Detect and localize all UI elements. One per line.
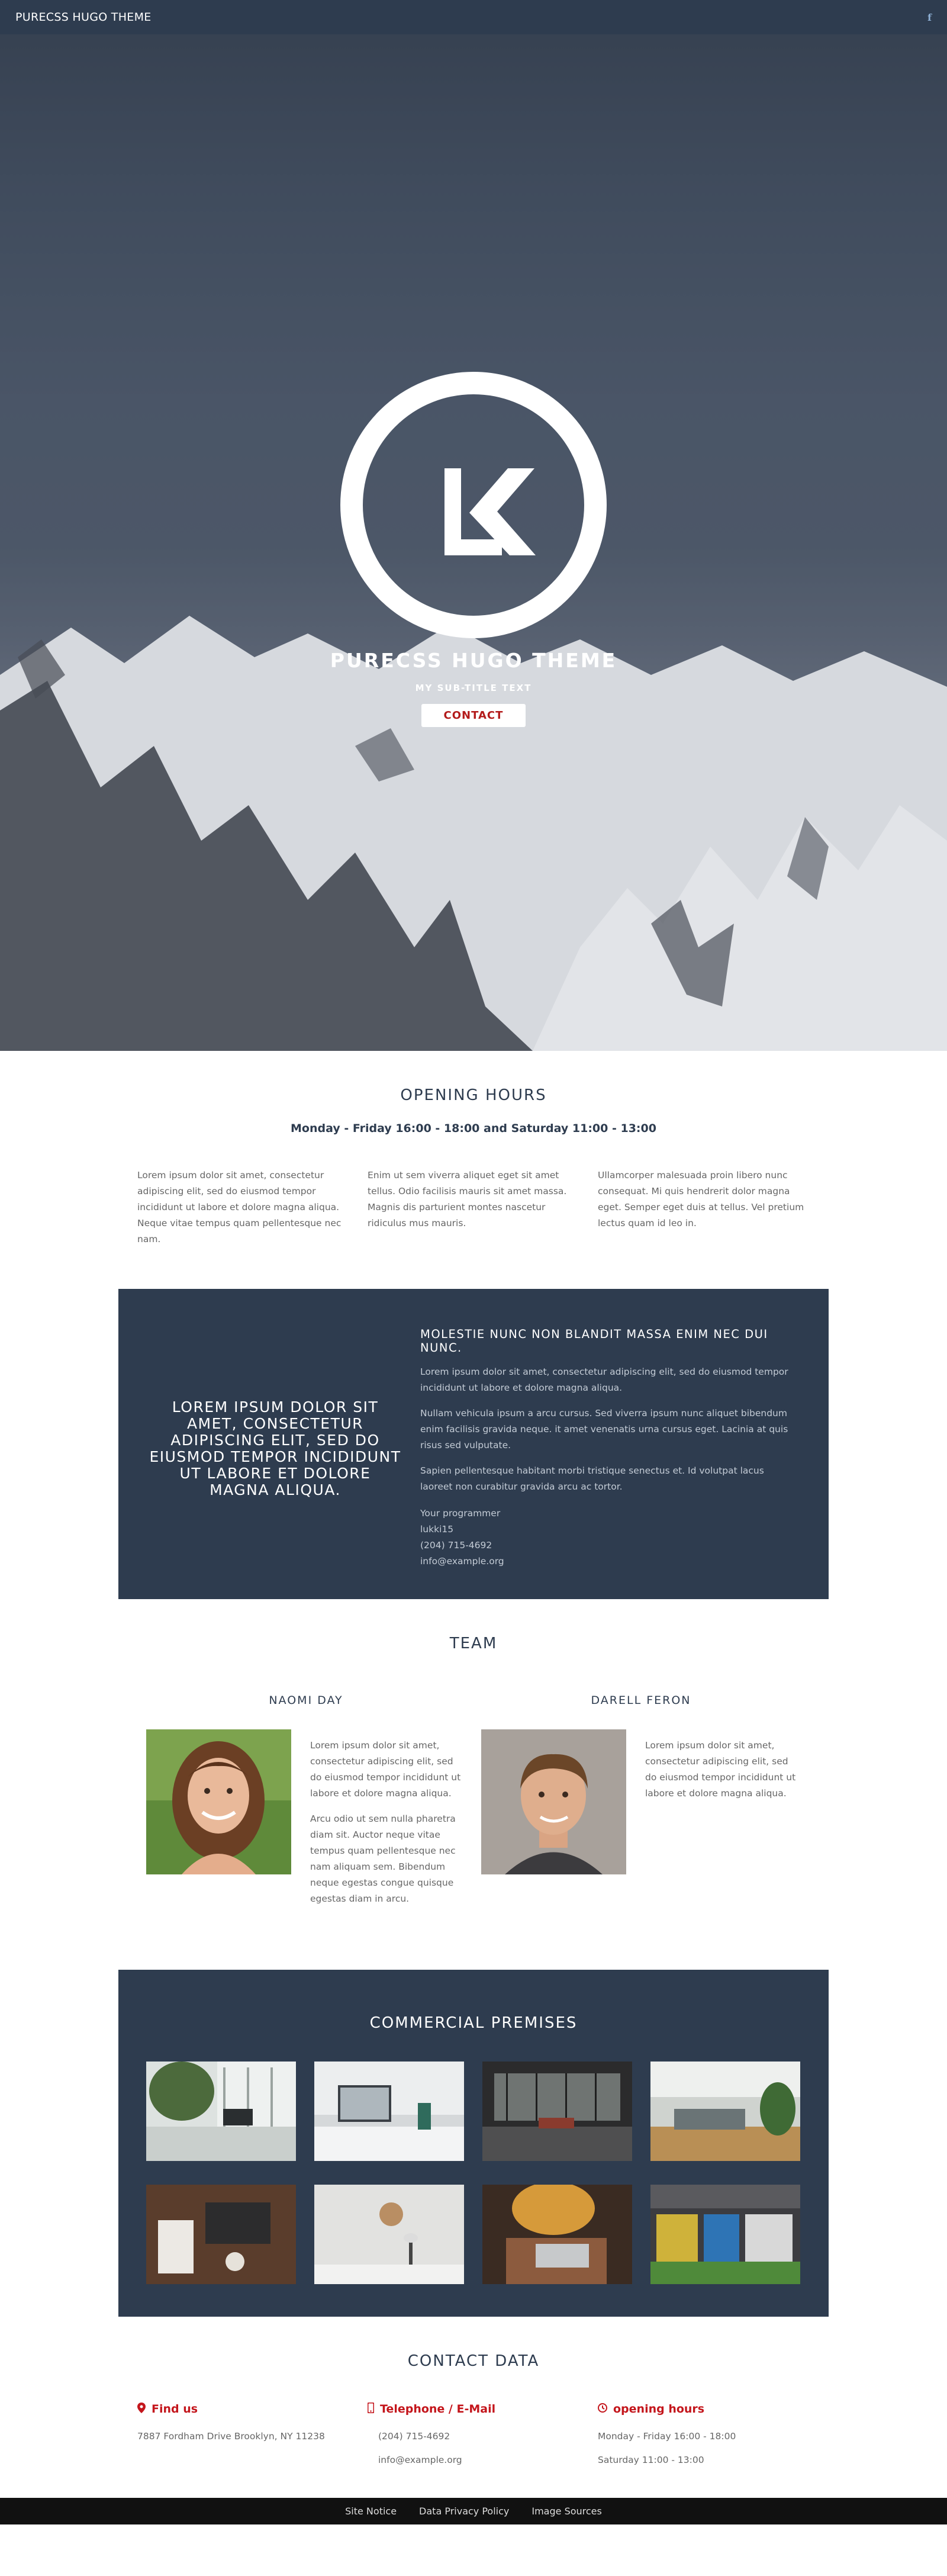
- contact-line: info@example.org: [420, 1556, 504, 1567]
- hero-section: PURECSS HUGO THEME MY SUB-TITLE TEXT CON…: [0, 0, 947, 1051]
- footer-link-image-sources[interactable]: Image Sources: [532, 2506, 601, 2517]
- opening-hours-title: OPENING HOURS: [400, 1086, 547, 1104]
- opening-hours-label: opening hours: [613, 2403, 705, 2416]
- feature-left: LOREM IPSUM DOLOR SIT AMET, CONSECTETUR …: [148, 1327, 402, 1570]
- facebook-icon[interactable]: f: [927, 12, 932, 23]
- gallery-image[interactable]: [146, 2062, 296, 2161]
- opening-hours-heading: opening hours: [598, 2403, 810, 2416]
- find-us-column: Find us 7887 Fordham Drive Brooklyn, NY …: [137, 2403, 349, 2465]
- member-name: NAOMI DAY: [269, 1694, 343, 1707]
- feature-paragraph: Sapien pellentesque habitant morbi trist…: [420, 1465, 764, 1492]
- hero-subtitle: MY SUB-TITLE TEXT: [415, 683, 532, 693]
- contact-section: CONTACT DATA Find us 7887 Fordham Drive …: [118, 2317, 829, 2498]
- team-member: NAOMI DAY Lorem ipsum dolor sit amet, co…: [146, 1694, 466, 1916]
- feature-right: MOLESTIE NUNC NON BLANDIT MASSA ENIM NEC…: [402, 1327, 799, 1570]
- saturday-hours: Saturday 11:00 - 13:00: [598, 2455, 704, 2465]
- member-body: Lorem ipsum dolor sit amet, consectetur …: [146, 1729, 466, 1916]
- hero-title: PURECSS HUGO THEME: [330, 649, 617, 672]
- opening-hours-columns: Lorem ipsum dolor sit amet, consectetur …: [118, 1168, 829, 1247]
- gallery-image[interactable]: [650, 2185, 800, 2284]
- mobile-phone-icon: [367, 2402, 375, 2416]
- map-marker-icon: [137, 2403, 146, 2416]
- find-us-label: Find us: [152, 2403, 198, 2416]
- contact-button[interactable]: CONTACT: [421, 704, 526, 727]
- email-link[interactable]: info@example.org: [368, 2455, 579, 2465]
- text-column: Enim ut sem viverra aliquet eget sit ame…: [368, 1170, 567, 1228]
- team-section: TEAM NAOMI DAY Lorem ipsum dolor sit ame…: [118, 1599, 829, 1970]
- bio-paragraph: Lorem ipsum dolor sit amet, consectetur …: [310, 1740, 461, 1799]
- contact-line: Your programmer: [420, 1508, 501, 1519]
- feature-paragraph: Lorem ipsum dolor sit amet, consectetur …: [420, 1366, 788, 1393]
- feature-subheading: MOLESTIE NUNC NON BLANDIT MASSA ENIM NEC…: [420, 1327, 768, 1355]
- phone-link[interactable]: (204) 715-4692: [368, 2431, 579, 2442]
- bio-paragraph: Lorem ipsum dolor sit amet, consectetur …: [645, 1740, 796, 1799]
- site-logo: [340, 372, 607, 638]
- weekday-hours: Monday - Friday 16:00 - 18:00: [598, 2431, 736, 2442]
- footer-link-site-notice[interactable]: Site Notice: [345, 2506, 397, 2517]
- premises-section: COMMERCIAL PREMISES: [118, 1970, 829, 2317]
- contact-line: lukki15: [420, 1524, 454, 1535]
- gallery-image[interactable]: [314, 2062, 464, 2161]
- member-body: Lorem ipsum dolor sit amet, consectetur …: [481, 1729, 801, 1874]
- gallery-image[interactable]: [482, 2062, 632, 2161]
- contact-line: (204) 715-4692: [420, 1540, 492, 1551]
- top-navbar: PURECSS HUGO THEME f: [0, 0, 947, 34]
- address-text: 7887 Fordham Drive Brooklyn, NY 11238: [137, 2431, 325, 2442]
- member-bio: Lorem ipsum dolor sit amet, consectetur …: [626, 1729, 801, 1874]
- opening-hours-section: OPENING HOURS Monday - Friday 16:00 - 18…: [118, 1051, 829, 1289]
- member-bio: Lorem ipsum dolor sit amet, consectetur …: [291, 1729, 466, 1916]
- feature-paragraph: Nullam vehicula ipsum a arcu cursus. Sed…: [420, 1408, 788, 1451]
- avatar: [481, 1729, 626, 1874]
- gallery-image[interactable]: [146, 2185, 296, 2284]
- text-column: Ullamcorper malesuada proin libero nunc …: [598, 1170, 804, 1228]
- opening-hours-summary: Monday - Friday 16:00 - 18:00 and Saturd…: [291, 1122, 656, 1135]
- bio-paragraph: Arcu odio ut sem nulla pharetra diam sit…: [310, 1813, 456, 1904]
- clock-icon: [598, 2403, 607, 2415]
- gallery-image[interactable]: [650, 2062, 800, 2161]
- avatar: [146, 1729, 291, 1874]
- feature-headline: LOREM IPSUM DOLOR SIT AMET, CONSECTETUR …: [149, 1398, 401, 1498]
- premises-title: COMMERCIAL PREMISES: [369, 2014, 578, 2032]
- programmer-contact: Your programmer lukki15 (204) 715-4692 i…: [420, 1506, 799, 1570]
- gallery-image[interactable]: [482, 2185, 632, 2284]
- footer-link-privacy[interactable]: Data Privacy Policy: [419, 2506, 509, 2517]
- site-brand-link[interactable]: PURECSS HUGO THEME: [15, 11, 152, 24]
- opening-hours-column: opening hours Monday - Friday 16:00 - 18…: [598, 2403, 810, 2465]
- text-column: Lorem ipsum dolor sit amet, consectetur …: [137, 1170, 342, 1244]
- gallery-image[interactable]: [314, 2185, 464, 2284]
- team-title: TEAM: [449, 1635, 498, 1652]
- phone-email-heading: Telephone / E-Mail: [367, 2402, 579, 2416]
- premises-gallery: [146, 2062, 801, 2284]
- find-us-heading: Find us: [137, 2403, 349, 2416]
- phone-email-column: Telephone / E-Mail (204) 715-4692 info@e…: [367, 2402, 579, 2465]
- phone-email-label: Telephone / E-Mail: [380, 2403, 496, 2416]
- member-name: DARELL FERON: [591, 1694, 691, 1707]
- page-footer: Site Notice Data Privacy Policy Image So…: [0, 2498, 947, 2524]
- contact-title: CONTACT DATA: [407, 2352, 540, 2370]
- hero-content: PURECSS HUGO THEME MY SUB-TITLE TEXT CON…: [0, 372, 947, 727]
- feature-panel: LOREM IPSUM DOLOR SIT AMET, CONSECTETUR …: [118, 1289, 829, 1599]
- team-grid: NAOMI DAY Lorem ipsum dolor sit amet, co…: [118, 1694, 829, 1916]
- team-member: DARELL FERON Lorem ipsum dolor sit amet,…: [481, 1694, 801, 1916]
- contact-columns: Find us 7887 Fordham Drive Brooklyn, NY …: [118, 2402, 829, 2465]
- lk-logo-icon: [444, 468, 536, 555]
